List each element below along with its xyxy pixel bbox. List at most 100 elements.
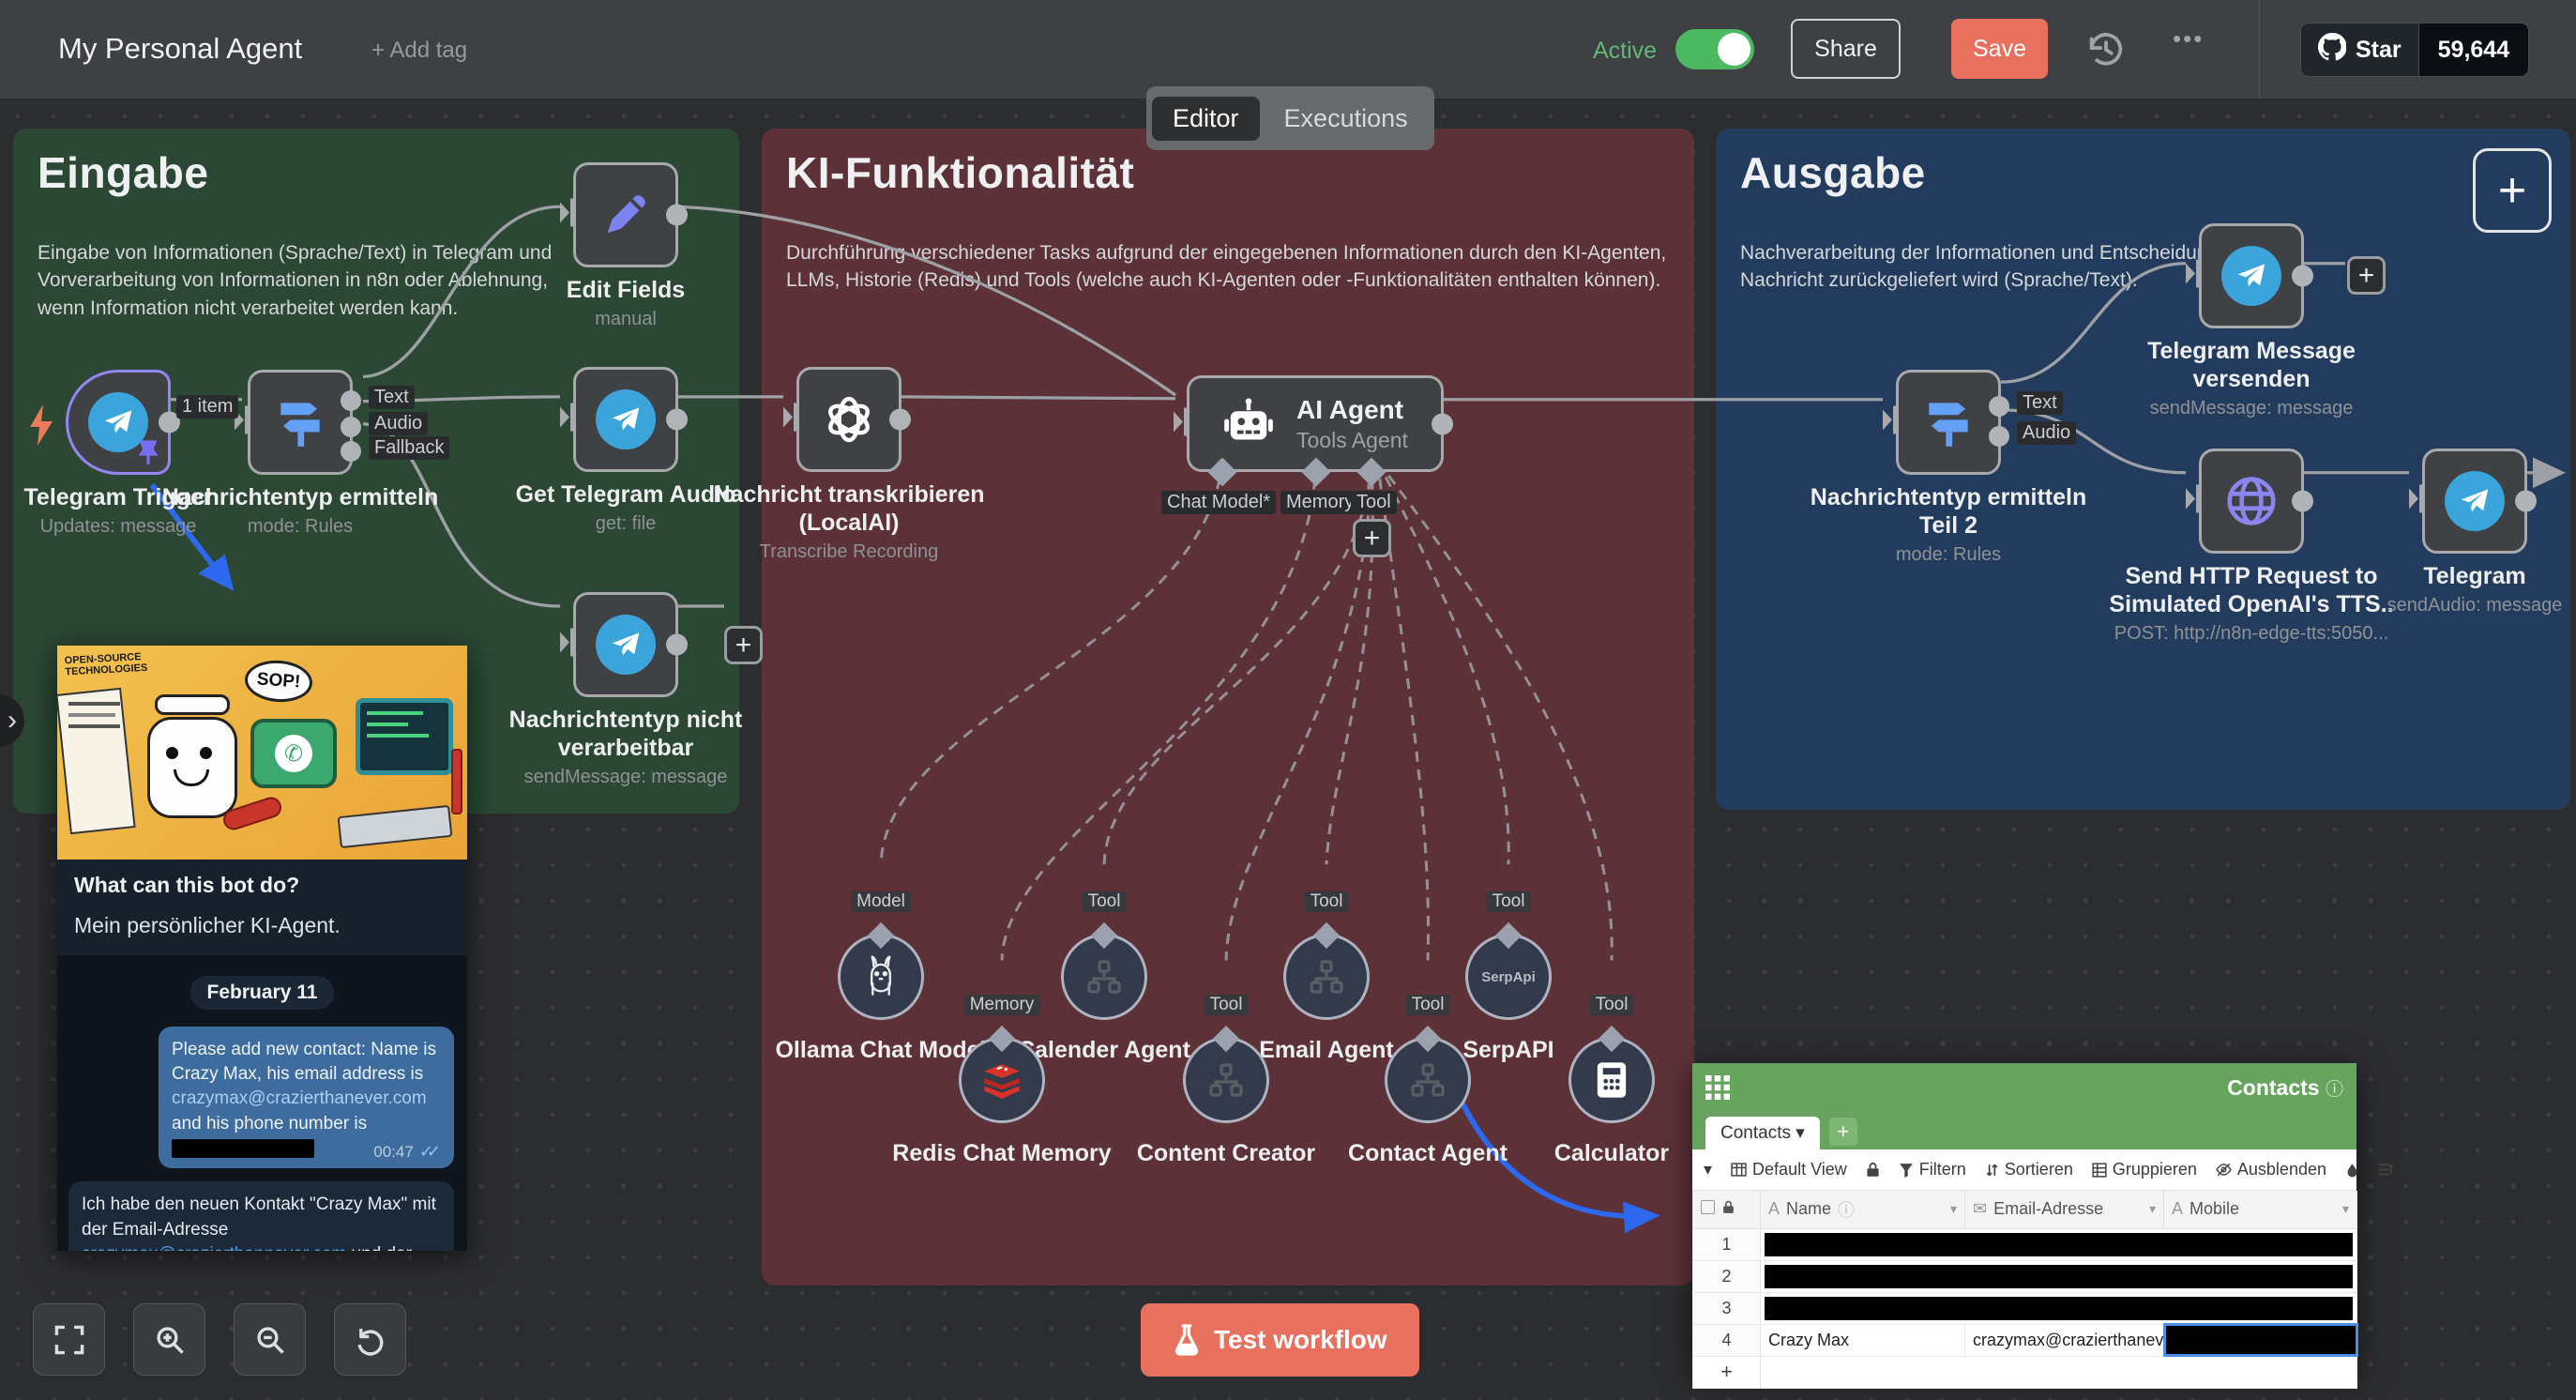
node-contact-agent[interactable] [1385, 1037, 1471, 1123]
output-port[interactable] [666, 634, 688, 656]
add-node-button[interactable]: + [2473, 148, 2552, 233]
workflow-canvas[interactable]: Eingabe Eingabe von Informationen (Sprac… [0, 99, 2576, 1400]
add-tag-button[interactable]: + Add tag [371, 38, 467, 64]
select-all-checkbox[interactable] [1701, 1200, 1715, 1214]
redacted-row [1761, 1292, 2357, 1324]
node-telegram-out[interactable]: Telegram sendAudio: message [2422, 449, 2527, 554]
node-get-telegram-audio[interactable]: Get Telegram Audio get: file [573, 367, 678, 472]
node-telegram-message-versenden[interactable]: Telegram Message versenden sendMessage: … [2199, 223, 2304, 328]
sheet-tab-row: Contacts ▾ + [1692, 1112, 2356, 1149]
node-calculator[interactable] [1568, 1037, 1655, 1123]
node-nachrichtentyp-nicht-verarbeitbar[interactable]: Nachrichtentyp nicht verarbeitbar sendMe… [573, 592, 678, 697]
node-nachrichtentyp-teil2[interactable]: Nachrichtentyp ermitteln Teil 2 mode: Ru… [1896, 370, 2001, 475]
input-port [560, 403, 576, 436]
hide-fields-button[interactable]: Ausblenden [2216, 1160, 2326, 1179]
row-height-button[interactable] [2378, 1163, 2393, 1177]
input-port [1174, 407, 1190, 440]
output-text[interactable] [341, 390, 361, 411]
column-header-mobile[interactable]: AMobile▾ [2164, 1191, 2357, 1228]
node-nachrichtentyp-ermitteln[interactable]: Nachrichtentyp ermitteln mode: Rules [248, 370, 353, 475]
output-port[interactable] [2292, 266, 2313, 287]
zoom-out-button[interactable] [234, 1303, 306, 1376]
circle-caption: Redis Chat Memory [871, 1140, 1133, 1167]
cell-mobile-selected[interactable] [2164, 1324, 2357, 1356]
workflow-title[interactable]: My Personal Agent [58, 32, 302, 66]
output-port[interactable] [2515, 491, 2537, 512]
redacted-row [1761, 1260, 2357, 1292]
github-star-widget[interactable]: Star 59,644 [2300, 23, 2529, 77]
column-header-name[interactable]: ANameⓘ▾ [1761, 1191, 1965, 1228]
node-nachricht-transkribieren[interactable]: Nachricht transkribieren (LocalAI) Trans… [796, 367, 902, 472]
node-redis-chat-memory[interactable] [959, 1037, 1045, 1123]
node-email-agent[interactable] [1283, 934, 1370, 1020]
save-button[interactable]: Save [1951, 19, 2048, 79]
topbar-divider [2259, 0, 2260, 99]
label-tool: Tool [1351, 491, 1397, 514]
redacted-row [1761, 1228, 2357, 1260]
node-caption: Telegram sendAudio: message [2320, 562, 2576, 616]
email-link[interactable]: crazymax@crazierthannever.com [82, 1244, 346, 1251]
fit-view-button[interactable] [33, 1303, 105, 1376]
add-table-button[interactable]: + [1829, 1118, 1857, 1146]
node-ollama-chat-model[interactable] [838, 934, 924, 1020]
color-button[interactable] [2345, 1163, 2359, 1178]
node-content-creator[interactable] [1183, 1037, 1269, 1123]
column-header-email[interactable]: ✉Email-Adresse▾ [1965, 1191, 2164, 1228]
history-icon[interactable] [2084, 28, 2128, 71]
share-button[interactable]: Share [1791, 19, 1901, 79]
lock-icon[interactable] [1866, 1162, 1880, 1178]
tab-executions[interactable]: Executions [1264, 97, 1429, 141]
sitemap-icon [1207, 1061, 1245, 1099]
info-icon[interactable]: ⓘ [2326, 1080, 2343, 1100]
group-button[interactable]: Gruppieren [2092, 1160, 2197, 1179]
github-icon [2318, 33, 2346, 68]
cell-name[interactable]: Crazy Max [1761, 1324, 1965, 1356]
output-port[interactable] [666, 205, 688, 226]
input-port [560, 199, 576, 232]
select-all-header[interactable] [1693, 1191, 1761, 1228]
test-workflow-button[interactable]: Test workflow [1141, 1303, 1419, 1377]
output-fallback[interactable] [341, 441, 361, 462]
sheet-tab-contacts[interactable]: Contacts ▾ [1705, 1117, 1820, 1149]
output-port[interactable] [666, 409, 688, 431]
tab-editor[interactable]: Editor [1152, 97, 1260, 141]
node-send-http-request[interactable]: Send HTTP Request to Simulated OpenAI's … [2199, 449, 2304, 554]
active-toggle[interactable] [1675, 29, 1754, 69]
view-caret[interactable]: ▾ [1704, 1160, 1712, 1179]
serpapi-logo: SerpApi [1481, 969, 1536, 985]
filter-button[interactable]: Filtern [1899, 1160, 1966, 1179]
add-tool-plus[interactable]: + [1353, 519, 1391, 557]
output-audio[interactable] [341, 417, 361, 437]
table-row[interactable]: 4 Crazy Max crazymax@crazierthaneve... [1693, 1324, 2357, 1356]
zoom-in-button[interactable] [133, 1303, 205, 1376]
bot-about-title: What can this bot do? [74, 873, 450, 898]
more-menu-icon[interactable]: ••• [2173, 24, 2204, 53]
output-port[interactable] [1432, 413, 1453, 434]
table-row[interactable]: 1 [1693, 1228, 2357, 1260]
add-row[interactable]: + [1693, 1356, 2357, 1388]
default-view-button[interactable]: Default View [1731, 1160, 1847, 1179]
node-telegram-trigger[interactable]: Telegram Trigger Updates: message [66, 370, 171, 475]
sort-button[interactable]: Sortieren [1985, 1160, 2073, 1179]
reset-zoom-button[interactable] [334, 1303, 406, 1376]
output-port[interactable] [2292, 491, 2313, 512]
node-caption: Edit Fields manual [471, 276, 780, 330]
input-port [2186, 260, 2202, 293]
node-serpapi[interactable]: SerpApi [1465, 934, 1552, 1020]
output-port[interactable] [889, 409, 911, 431]
table-row[interactable]: 2 [1693, 1260, 2357, 1292]
grid-menu-icon[interactable] [1705, 1075, 1730, 1100]
input-port [2186, 485, 2202, 518]
node-calender-agent[interactable] [1061, 934, 1147, 1020]
node-edit-fields[interactable]: Edit Fields manual [573, 162, 678, 267]
node-caption: Nachrichtentyp ermitteln Teil 2 mode: Ru… [1794, 483, 2103, 566]
chat-incoming-message: Ich habe den neuen Kontakt "Crazy Max" m… [68, 1181, 454, 1251]
table-row[interactable]: 3 [1693, 1292, 2357, 1324]
cell-email[interactable]: crazymax@crazierthaneve... [1965, 1324, 2164, 1356]
ai-agent-title: AI Agent [1296, 395, 1408, 425]
add-node-plus[interactable]: + [2347, 256, 2386, 295]
output-audio[interactable] [1989, 426, 2009, 447]
output-text[interactable] [1989, 396, 2009, 417]
add-node-plus[interactable]: + [724, 626, 763, 664]
email-link[interactable]: crazymax@crazierthanever.com [172, 1088, 427, 1108]
